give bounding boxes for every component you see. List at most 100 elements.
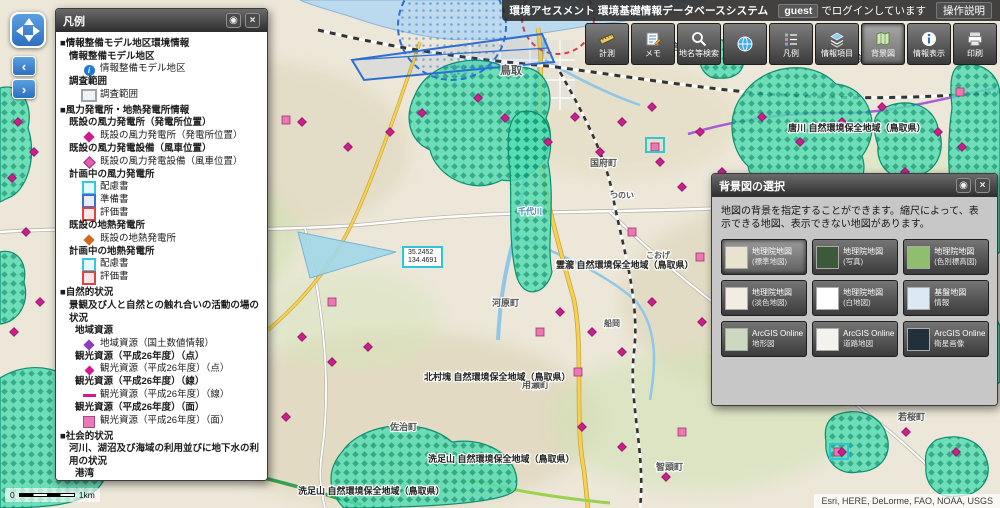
pan-up-arrow[interactable] [24, 18, 34, 25]
legend-row: 既設の風力発電設備（風車位置） [60, 156, 263, 169]
map-label: 唐川 自然環境保全地域（鳥取県） [788, 122, 926, 133]
legend-row-label: 地域資源（国土数値情報） [100, 338, 214, 351]
basemap-gsi-blank-button[interactable]: 地理院地図(白地図) [812, 280, 898, 316]
map-label: 若桜町 [897, 411, 925, 422]
basemap-arcgis-terrain-button[interactable]: ArcGIS Online地形図 [721, 321, 807, 357]
legend-row: 配慮書 [60, 181, 263, 194]
map-label: つのい [610, 191, 634, 200]
legend-row: ■社会的状況 [60, 431, 263, 444]
app-title: 環境アセスメント 環境基礎情報データベースシステム [510, 3, 769, 18]
legend-row-label: 計画中の風力発電所 [69, 169, 155, 182]
pan-left-arrow[interactable] [16, 26, 23, 36]
legend-options-icon[interactable]: ◉ [226, 13, 241, 28]
legend-row: 調査範囲 [60, 76, 263, 89]
map-label: 船岡 [604, 318, 620, 328]
tourism-area-marker[interactable] [328, 298, 336, 306]
legend-row-label: 配慮書 [100, 258, 129, 271]
legend-row: 観光資源（平成26年度）（面） [60, 415, 263, 428]
basemap-arcgis-satellite-button[interactable]: ArcGIS Online衛星画像 [903, 321, 989, 357]
login-suffix: でログインしています [821, 5, 926, 17]
legend-row-label: 評価書 [100, 207, 129, 220]
legend-row-label: 計画中の地熱発電所 [69, 246, 155, 259]
legend-symbol-icon [81, 208, 97, 220]
tourism-area-marker[interactable] [536, 328, 544, 336]
legend-icon [782, 30, 800, 48]
legend-row-label: 評価書 [100, 271, 129, 284]
basemap-kiban-button[interactable]: 基盤地図情報 [903, 280, 989, 316]
tourism-area-marker[interactable] [678, 428, 686, 436]
tourism-area-marker[interactable] [628, 228, 636, 236]
legend-row: 既設の地熱発電所 [60, 220, 263, 233]
basemap-panel-header[interactable]: 背景図の選択 ◉ × [712, 174, 997, 197]
basemap-icon [874, 30, 892, 48]
tourism-area-marker[interactable] [651, 143, 659, 151]
legend-button[interactable]: 凡例 [769, 23, 813, 65]
basemap-gsi-pale-button[interactable]: 地理院地図(淡色地図) [721, 280, 807, 316]
search-icon [690, 30, 708, 48]
legend-row: 準備書 [60, 194, 263, 207]
basemap-gsi-elevation-button[interactable]: 地理院地図(色別標高図) [903, 239, 989, 275]
legend-row-label: ■情報整備モデル地区環境情報 [60, 38, 189, 51]
map-label: 千代川 [518, 206, 542, 216]
login-user[interactable]: guest [778, 4, 818, 18]
legend-panel-header[interactable]: 凡例 ◉ × [56, 9, 267, 32]
legend-row: 観光資源（平成26年度）（面） [60, 402, 263, 415]
map-label: 洗足山 自然環境保全地域（鳥取県） [428, 453, 575, 464]
legend-row: 港湾 [60, 468, 263, 480]
map-label: 国府町 [590, 157, 617, 168]
measure-button[interactable]: 計測 [585, 23, 629, 65]
tooltip-line2: 134.4691 [408, 257, 437, 265]
place-search-button[interactable]: 地名等検索 [677, 23, 721, 65]
legend-row-label: 情報整備モデル地区 [100, 63, 186, 76]
globe-button[interactable] [723, 23, 767, 65]
basemap-button[interactable]: 背景図 [861, 23, 905, 65]
layers-icon [828, 30, 846, 48]
map-pan-pad[interactable] [10, 12, 46, 48]
legend-symbol-icon [81, 157, 97, 169]
basemap-gsi-photo-button[interactable]: 地理院地図(写真) [812, 239, 898, 275]
legend-row: 観光資源（平成26年度）（点） [60, 363, 263, 376]
info-items-button[interactable]: 情報項目 [815, 23, 859, 65]
legend-symbol-icon [81, 339, 97, 351]
legend-row-label: ■風力発電所・地熱発電所情報 [60, 105, 189, 118]
basemap-arcgis-road-button[interactable]: ArcGIS Online道路地図 [812, 321, 898, 357]
pan-down-arrow[interactable] [24, 35, 34, 42]
basemap-thumbnail [907, 287, 930, 310]
info-display-button[interactable]: 情報表示 [907, 23, 951, 65]
tourism-area-marker[interactable] [574, 368, 582, 376]
tourism-area-marker[interactable] [956, 88, 964, 96]
basemap-close-icon[interactable]: × [975, 178, 990, 193]
legend-close-icon[interactable]: × [245, 13, 260, 28]
legend-row: 配慮書 [60, 258, 263, 271]
map-attribution: Esri, HERE, DeLorme, FAO, NOAA, USGS [814, 494, 1000, 508]
legend-row: 地域資源（国土数値情報） [60, 338, 263, 351]
tooltip-line1: 35.2452 [408, 249, 437, 257]
legend-row: 観光資源（平成26年度）（線） [60, 376, 263, 389]
help-link[interactable]: 操作説明 [936, 2, 992, 19]
legend-row-label: 既設の地熱発電所 [69, 220, 145, 233]
basemap-thumbnail [816, 246, 839, 269]
pan-right-arrow[interactable] [33, 26, 40, 36]
basemap-gsi-standard-button[interactable]: 地理院地図(標準地図) [721, 239, 807, 275]
legend-row-label: 観光資源（平成26年度）（点） [100, 363, 229, 376]
legend-row-label: 配慮書 [100, 181, 129, 194]
login-status: guest でログインしています [778, 3, 926, 18]
tourism-area-marker[interactable] [282, 116, 290, 124]
legend-row: 評価書 [60, 207, 263, 220]
legend-body[interactable]: ■情報整備モデル地区環境情報 情報整備モデル地区 情報整備モデル地区 調査範囲 … [56, 32, 267, 480]
basemap-thumbnail [816, 328, 839, 351]
legend-row-label: 調査範囲 [100, 89, 138, 102]
basemap-options-icon[interactable]: ◉ [956, 178, 971, 193]
map-label: こおげ [646, 250, 671, 260]
legend-row: 計画中の風力発電所 [60, 169, 263, 182]
print-button[interactable]: 印刷 [953, 23, 997, 65]
memo-button[interactable]: メモ [631, 23, 675, 65]
tourism-area-marker[interactable] [696, 253, 704, 261]
legend-symbol-icon [81, 272, 97, 284]
print-icon [966, 30, 984, 48]
previous-extent-button[interactable]: ‹ [12, 56, 36, 76]
legend-row: 情報整備モデル地区 [60, 63, 263, 76]
next-extent-button[interactable]: › [12, 79, 36, 99]
legend-row: 評価書 [60, 271, 263, 284]
legend-row-label: 既設の風力発電設備（風車位置） [69, 143, 212, 156]
